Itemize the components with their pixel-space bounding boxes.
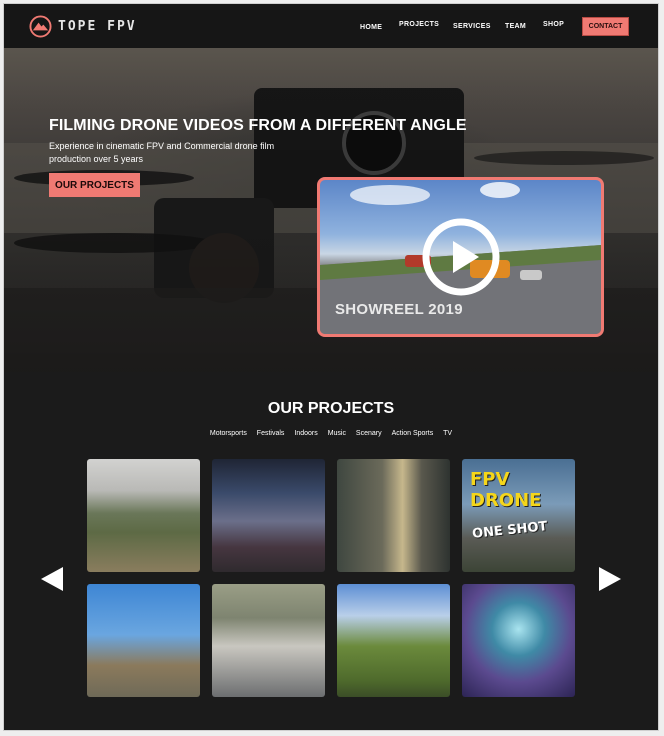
project-tile-forest[interactable] xyxy=(337,459,450,572)
tile-fpv-heading: FPV DRONE xyxy=(470,469,541,511)
hero-title: FILMING DRONE VIDEOS FROM A DIFFERENT AN… xyxy=(49,117,467,134)
contact-button[interactable]: CONTACT xyxy=(582,17,629,36)
project-tile-drift[interactable] xyxy=(212,584,325,697)
nav-services[interactable]: SERVICES xyxy=(453,23,491,30)
play-icon[interactable] xyxy=(421,217,501,297)
filter-tv[interactable]: TV xyxy=(443,430,452,437)
tile-fpv-line2: DRONE xyxy=(470,490,542,511)
project-filters: Motorsports Festivals Indoors Music Scen… xyxy=(4,430,658,437)
nav-links: HOME PROJECTS SERVICES TEAM SHOP xyxy=(4,21,658,35)
arrow-right-icon[interactable] xyxy=(597,566,623,592)
project-tile-mountains[interactable] xyxy=(87,459,200,572)
filter-music[interactable]: Music xyxy=(328,430,346,437)
arrow-left-icon[interactable] xyxy=(39,566,65,592)
project-tile-concert[interactable] xyxy=(212,459,325,572)
project-tile-dancers[interactable] xyxy=(462,584,575,697)
filter-motorsports[interactable]: Motorsports xyxy=(210,430,247,437)
showreel-video[interactable]: SHOWREEL 2019 xyxy=(317,177,604,337)
top-navbar: TOPE FPV HOME PROJECTS SERVICES TEAM SHO… xyxy=(4,4,658,48)
project-tile-motocross[interactable] xyxy=(87,584,200,697)
tile-one-shot-label: ONE SHOT xyxy=(471,519,549,542)
filter-festivals[interactable]: Festivals xyxy=(257,430,285,437)
nav-shop[interactable]: SHOP xyxy=(543,21,564,28)
project-tile-fpv-drone[interactable]: FPV DRONE ONE SHOT xyxy=(462,459,575,572)
our-projects-button[interactable]: OUR PROJECTS xyxy=(49,173,140,197)
filter-scenary[interactable]: Scenary xyxy=(356,430,382,437)
project-tile-valley[interactable] xyxy=(337,584,450,697)
hero-subtitle: Experience in cinematic FPV and Commerci… xyxy=(49,141,275,164)
page-frame: TOPE FPV HOME PROJECTS SERVICES TEAM SHO… xyxy=(4,4,658,730)
nav-projects[interactable]: PROJECTS xyxy=(399,21,439,28)
projects-section-title: OUR PROJECTS xyxy=(267,400,395,417)
projects-grid: FPV DRONE ONE SHOT xyxy=(87,459,577,699)
showreel-label: SHOWREEL 2019 xyxy=(335,301,463,318)
filter-action-sports[interactable]: Action Sports xyxy=(392,430,434,437)
nav-home[interactable]: HOME xyxy=(360,24,382,31)
hero-section: FILMING DRONE VIDEOS FROM A DIFFERENT AN… xyxy=(4,48,658,372)
filter-indoors[interactable]: Indoors xyxy=(294,430,317,437)
tile-fpv-line1: FPV xyxy=(470,469,510,490)
nav-team[interactable]: TEAM xyxy=(505,23,526,30)
